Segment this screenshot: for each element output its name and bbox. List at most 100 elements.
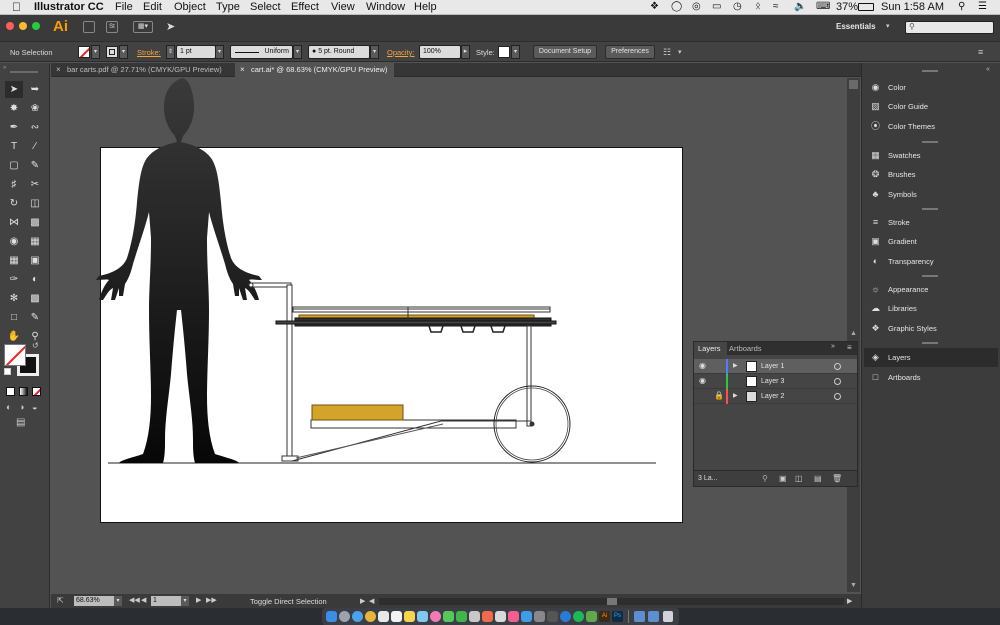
bridge-icon[interactable] [83,21,95,33]
keynote-icon[interactable] [482,611,493,622]
panel-transparency[interactable]: ◐ Transparency [864,252,998,271]
itunes-icon[interactable] [508,611,519,622]
brush-dropdown[interactable]: ▾ [370,45,379,59]
menu-select[interactable]: Select [250,1,281,13]
panel-artboards[interactable]: □ Artboards [864,368,998,387]
horizontal-scrollbar[interactable] [379,598,844,605]
tab-cart[interactable]: × cart.ai* @ 68.63% (CMYK/GPU Preview) [235,63,394,77]
scroll-thumb[interactable] [849,80,858,89]
draw-behind-icon[interactable]: ◑ [19,402,24,412]
layer-row[interactable]: ◉ ▶ Layer 1 [694,359,857,374]
arrange-documents-icon[interactable]: ▦▾ [133,21,153,33]
target-circle-icon[interactable] [834,393,841,400]
canvas-area[interactable] [51,78,847,592]
lock-icon[interactable]: 🔒 [714,391,724,400]
calendar-icon[interactable] [391,611,402,622]
clock[interactable]: Sun 1:58 AM [881,1,944,13]
none-mode-icon[interactable] [32,387,41,396]
panel-symbols[interactable]: ♣ Symbols [864,185,998,204]
free-transform-tool-icon[interactable]: ▩ [26,214,44,231]
hscroll-left-icon[interactable]: ◀ [369,597,374,605]
previous-artboard-icon[interactable]: ◀ [141,596,146,604]
photos-icon[interactable] [430,611,441,622]
default-colors-icon[interactable] [4,368,11,375]
input-icon[interactable]: ⌨ [816,1,830,12]
draw-inside-icon[interactable]: ◒ [32,402,37,412]
panel-grip[interactable] [922,70,938,72]
magic-wand-tool-icon[interactable]: ✸ [5,100,23,117]
panel-color-themes[interactable]: ⦿ Color Themes [864,117,998,136]
slice-tool-icon[interactable]: ✎ [26,309,44,326]
layer-row[interactable]: ◉ Layer 3 [694,374,857,389]
notes-icon[interactable] [404,611,415,622]
finder-icon[interactable] [326,611,337,622]
status-text[interactable]: Toggle Direct Selection [250,597,327,606]
shaper-tool-icon[interactable]: ♯ [5,176,23,193]
hscroll-thumb[interactable] [607,598,617,605]
panel-gradient[interactable]: ▣ Gradient [864,232,998,251]
gpu-performance-icon[interactable]: ➤ [166,20,175,33]
delete-layer-icon[interactable]: 🗑 [832,474,842,483]
visibility-eye-icon[interactable]: ◉ [699,361,706,370]
messages-icon[interactable] [443,611,454,622]
spotify-icon[interactable] [573,611,584,622]
stroke-label[interactable]: Stroke: [137,48,161,57]
safari-icon[interactable] [352,611,363,622]
column-graph-tool-icon[interactable]: ▩ [26,290,44,307]
terminal-icon[interactable] [547,611,558,622]
locate-object-icon[interactable]: ⚲ [762,474,768,483]
bluetooth-icon[interactable]: ᛟ [755,1,761,12]
brush-definition[interactable]: ● 5 pt. Round [308,45,370,59]
last-artboard-icon[interactable]: ▶▶ [206,596,217,604]
scroll-up-icon[interactable]: ▲ [850,330,857,337]
panel-color-guide[interactable]: ▧ Color Guide [864,97,998,116]
trash-icon[interactable] [663,611,673,622]
curvature-tool-icon[interactable]: ∾ [26,119,44,136]
profile-dropdown[interactable]: ▾ [293,45,302,59]
panel-appearance[interactable]: ☼ Appearance [864,280,998,299]
facetime-icon[interactable] [456,611,467,622]
screen-mode-icon[interactable]: ▤ [16,417,25,428]
panel-layers[interactable]: ◈ Layers [864,348,998,367]
minimize-window-button[interactable] [19,22,27,30]
menu-type[interactable]: Type [216,1,240,13]
skype-icon[interactable] [560,611,571,622]
stock-icon[interactable]: St [106,21,118,33]
swap-fill-stroke-icon[interactable]: ↺ [32,341,39,350]
first-artboard-icon[interactable]: ◀◀ [129,596,140,604]
perspective-grid-tool-icon[interactable]: ▦ [26,233,44,250]
wifi-icon[interactable]: ≈ [773,1,779,12]
gradient-mode-icon[interactable] [19,387,28,396]
menu-effect[interactable]: Effect [291,1,319,13]
layer-row[interactable]: 🔒 ▶ Layer 2 [694,389,857,404]
width-tool-icon[interactable]: ⋈ [5,214,23,231]
type-tool-icon[interactable]: T [5,138,23,155]
share-icon[interactable]: ⇱ [57,596,64,605]
notification-center-icon[interactable]: ☰ [978,1,987,12]
menu-help[interactable]: Help [414,1,437,13]
dropbox-icon[interactable]: ❖ [650,1,659,12]
transform-options-icon[interactable]: ☷ [663,47,671,58]
artboard-tool-icon[interactable]: □ [5,309,23,326]
menu-object[interactable]: Object [174,1,206,13]
close-tab-icon[interactable]: × [240,63,245,77]
downloads-folder-icon[interactable] [634,611,645,622]
layer-name[interactable]: Layer 2 [761,393,784,400]
new-layer-icon[interactable]: ▤ [814,474,822,483]
stroke-color-dropdown[interactable]: ▾ [119,45,128,59]
document-setup-button[interactable]: Document Setup [533,45,597,59]
airplay-icon[interactable]: ▭ [712,1,721,12]
new-sublayer-icon[interactable]: ◫ [795,474,803,483]
apple-icon[interactable]:  [12,0,21,14]
panel-brushes[interactable]: ❂ Brushes [864,165,998,184]
variable-width-profile[interactable]: Uniform [230,45,293,59]
workspace-switcher[interactable]: Essentials [836,22,876,31]
opacity-slider-toggle[interactable]: ▸ [461,45,470,59]
menu-edit[interactable]: Edit [143,1,162,13]
panel-libraries[interactable]: ☁ Libraries [864,299,998,318]
menu-file[interactable]: File [115,1,133,13]
chevron-down-icon[interactable]: ▾ [886,22,890,30]
target-circle-icon[interactable] [834,363,841,370]
pen-tool-icon[interactable]: ✒ [5,119,23,136]
system-preferences-icon[interactable] [534,611,545,622]
